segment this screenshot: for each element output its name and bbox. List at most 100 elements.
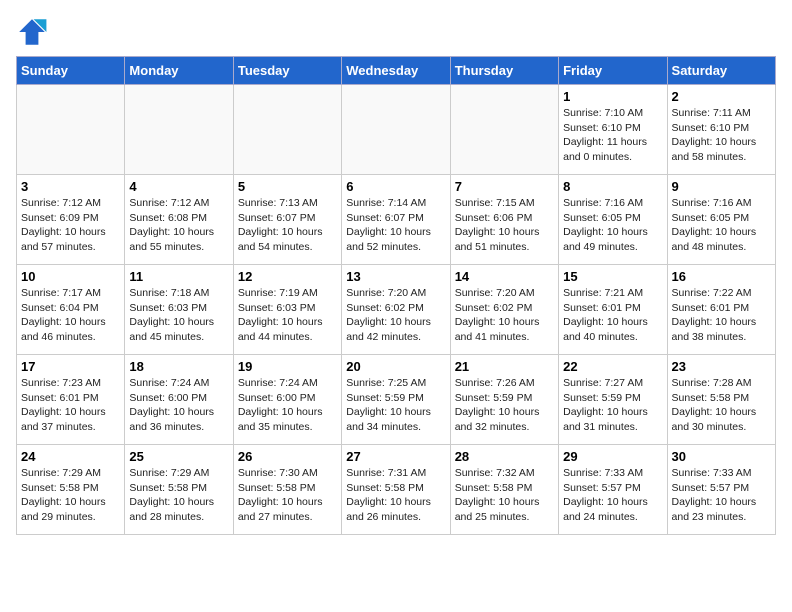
day-info: Sunrise: 7:13 AM Sunset: 6:07 PM Dayligh… [238, 196, 337, 255]
week-row: 24 Sunrise: 7:29 AM Sunset: 5:58 PM Dayli… [17, 445, 776, 535]
day-info: Sunrise: 7:28 AM Sunset: 5:58 PM Dayligh… [672, 376, 771, 435]
day-info: Sunrise: 7:22 AM Sunset: 6:01 PM Dayligh… [672, 286, 771, 345]
calendar-cell: 28 Sunrise: 7:32 AM Sunset: 5:58 PM Dayli… [450, 445, 558, 535]
day-number: 12 [238, 269, 337, 284]
calendar-cell: 4Sunrise: 7:12 AM Sunset: 6:08 PM Daylig… [125, 175, 233, 265]
day-info: Sunrise: 7:19 AM Sunset: 6:03 PM Dayligh… [238, 286, 337, 345]
day-number: 25 [129, 449, 228, 464]
calendar-cell: 2Sunrise: 7:11 AM Sunset: 6:10 PM Daylig… [667, 85, 775, 175]
calendar-cell [125, 85, 233, 175]
weekday-header: Friday [559, 57, 667, 85]
day-info: Sunrise: 7:26 AM Sunset: 5:59 PM Dayligh… [455, 376, 554, 435]
day-number: 16 [672, 269, 771, 284]
day-number: 9 [672, 179, 771, 194]
day-number: 22 [563, 359, 662, 374]
weekday-header: Thursday [450, 57, 558, 85]
day-info: Sunrise: 7:29 AM Sunset: 5:58 PM Dayligh… [21, 466, 120, 525]
day-info: Sunrise: 7:30 AM Sunset: 5:58 PM Dayligh… [238, 466, 337, 525]
day-number: 24 [21, 449, 120, 464]
day-number: 23 [672, 359, 771, 374]
logo [16, 16, 52, 48]
day-info: Sunrise: 7:20 AM Sunset: 6:02 PM Dayligh… [455, 286, 554, 345]
day-number: 17 [21, 359, 120, 374]
day-info: Sunrise: 7:14 AM Sunset: 6:07 PM Dayligh… [346, 196, 445, 255]
day-number: 21 [455, 359, 554, 374]
calendar-cell: 3 Sunrise: 7:12 AM Sunset: 6:09 PM Daylig… [17, 175, 125, 265]
day-info: Sunrise: 7:33 AM Sunset: 5:57 PM Dayligh… [563, 466, 662, 525]
calendar-cell: 8 Sunrise: 7:16 AM Sunset: 6:05 PM Daylig… [559, 175, 667, 265]
day-info: Sunrise: 7:24 AM Sunset: 6:00 PM Dayligh… [129, 376, 228, 435]
weekday-header: Sunday [17, 57, 125, 85]
day-info: Sunrise: 7:16 AM Sunset: 6:05 PM Dayligh… [563, 196, 662, 255]
day-number: 6 [346, 179, 445, 194]
day-number: 20 [346, 359, 445, 374]
day-info: Sunrise: 7:20 AM Sunset: 6:02 PM Dayligh… [346, 286, 445, 345]
day-info: Sunrise: 7:10 AM Sunset: 6:10 PM Dayligh… [563, 106, 662, 165]
day-info: Sunrise: 7:24 AM Sunset: 6:00 PM Dayligh… [238, 376, 337, 435]
day-info: Sunrise: 7:18 AM Sunset: 6:03 PM Dayligh… [129, 286, 228, 345]
day-info: Sunrise: 7:21 AM Sunset: 6:01 PM Dayligh… [563, 286, 662, 345]
logo-icon [16, 16, 48, 48]
day-info: Sunrise: 7:31 AM Sunset: 5:58 PM Dayligh… [346, 466, 445, 525]
calendar-cell: 24 Sunrise: 7:29 AM Sunset: 5:58 PM Dayli… [17, 445, 125, 535]
day-info: Sunrise: 7:27 AM Sunset: 5:59 PM Dayligh… [563, 376, 662, 435]
day-number: 8 [563, 179, 662, 194]
day-info: Sunrise: 7:33 AM Sunset: 5:57 PM Dayligh… [672, 466, 771, 525]
calendar-cell: 17 Sunrise: 7:23 AM Sunset: 6:01 PM Dayli… [17, 355, 125, 445]
week-row: 3 Sunrise: 7:12 AM Sunset: 6:09 PM Daylig… [17, 175, 776, 265]
day-info: Sunrise: 7:16 AM Sunset: 6:05 PM Dayligh… [672, 196, 771, 255]
day-number: 29 [563, 449, 662, 464]
calendar-cell: 10 Sunrise: 7:17 AM Sunset: 6:04 PM Dayli… [17, 265, 125, 355]
day-info: Sunrise: 7:25 AM Sunset: 5:59 PM Dayligh… [346, 376, 445, 435]
day-number: 18 [129, 359, 228, 374]
weekday-header-row: SundayMondayTuesdayWednesdayThursdayFrid… [17, 57, 776, 85]
calendar-cell: 15 Sunrise: 7:21 AM Sunset: 6:01 PM Dayli… [559, 265, 667, 355]
header [16, 16, 776, 48]
day-number: 26 [238, 449, 337, 464]
calendar-cell [450, 85, 558, 175]
weekday-header: Monday [125, 57, 233, 85]
day-number: 3 [21, 179, 120, 194]
calendar-cell: 18 Sunrise: 7:24 AM Sunset: 6:00 PM Dayli… [125, 355, 233, 445]
day-number: 10 [21, 269, 120, 284]
calendar-cell [17, 85, 125, 175]
calendar-cell: 13 Sunrise: 7:20 AM Sunset: 6:02 PM Dayli… [342, 265, 450, 355]
day-number: 19 [238, 359, 337, 374]
calendar-cell: 6 Sunrise: 7:14 AM Sunset: 6:07 PM Daylig… [342, 175, 450, 265]
calendar-cell: 11 Sunrise: 7:18 AM Sunset: 6:03 PM Dayli… [125, 265, 233, 355]
weekday-header: Tuesday [233, 57, 341, 85]
calendar-cell: 29 Sunrise: 7:33 AM Sunset: 5:57 PM Dayli… [559, 445, 667, 535]
day-info: Sunrise: 7:12 AM Sunset: 6:09 PM Dayligh… [21, 196, 120, 255]
calendar-cell: 25 Sunrise: 7:29 AM Sunset: 5:58 PM Dayli… [125, 445, 233, 535]
day-info: Sunrise: 7:23 AM Sunset: 6:01 PM Dayligh… [21, 376, 120, 435]
calendar-cell: 22 Sunrise: 7:27 AM Sunset: 5:59 PM Dayli… [559, 355, 667, 445]
calendar-cell: 9 Sunrise: 7:16 AM Sunset: 6:05 PM Daylig… [667, 175, 775, 265]
day-number: 28 [455, 449, 554, 464]
day-number: 15 [563, 269, 662, 284]
calendar-cell: 5 Sunrise: 7:13 AM Sunset: 6:07 PM Daylig… [233, 175, 341, 265]
day-number: 2 [672, 89, 771, 104]
calendar-cell: 1 Sunrise: 7:10 AM Sunset: 6:10 PM Daylig… [559, 85, 667, 175]
day-number: 5 [238, 179, 337, 194]
day-info: Sunrise: 7:17 AM Sunset: 6:04 PM Dayligh… [21, 286, 120, 345]
day-number: 11 [129, 269, 228, 284]
calendar-cell: 30Sunrise: 7:33 AM Sunset: 5:57 PM Dayli… [667, 445, 775, 535]
week-row: 10 Sunrise: 7:17 AM Sunset: 6:04 PM Dayli… [17, 265, 776, 355]
week-row: 17 Sunrise: 7:23 AM Sunset: 6:01 PM Dayli… [17, 355, 776, 445]
calendar-cell [233, 85, 341, 175]
day-info: Sunrise: 7:15 AM Sunset: 6:06 PM Dayligh… [455, 196, 554, 255]
week-row: 1 Sunrise: 7:10 AM Sunset: 6:10 PM Daylig… [17, 85, 776, 175]
day-info: Sunrise: 7:12 AM Sunset: 6:08 PM Dayligh… [129, 196, 228, 255]
calendar-cell: 27 Sunrise: 7:31 AM Sunset: 5:58 PM Dayli… [342, 445, 450, 535]
day-number: 1 [563, 89, 662, 104]
calendar-cell: 19 Sunrise: 7:24 AM Sunset: 6:00 PM Dayli… [233, 355, 341, 445]
calendar-cell [342, 85, 450, 175]
calendar: SundayMondayTuesdayWednesdayThursdayFrid… [16, 56, 776, 535]
day-info: Sunrise: 7:29 AM Sunset: 5:58 PM Dayligh… [129, 466, 228, 525]
calendar-cell: 7 Sunrise: 7:15 AM Sunset: 6:06 PM Daylig… [450, 175, 558, 265]
day-number: 27 [346, 449, 445, 464]
day-number: 7 [455, 179, 554, 194]
day-info: Sunrise: 7:32 AM Sunset: 5:58 PM Dayligh… [455, 466, 554, 525]
calendar-cell: 26 Sunrise: 7:30 AM Sunset: 5:58 PM Dayli… [233, 445, 341, 535]
day-number: 13 [346, 269, 445, 284]
